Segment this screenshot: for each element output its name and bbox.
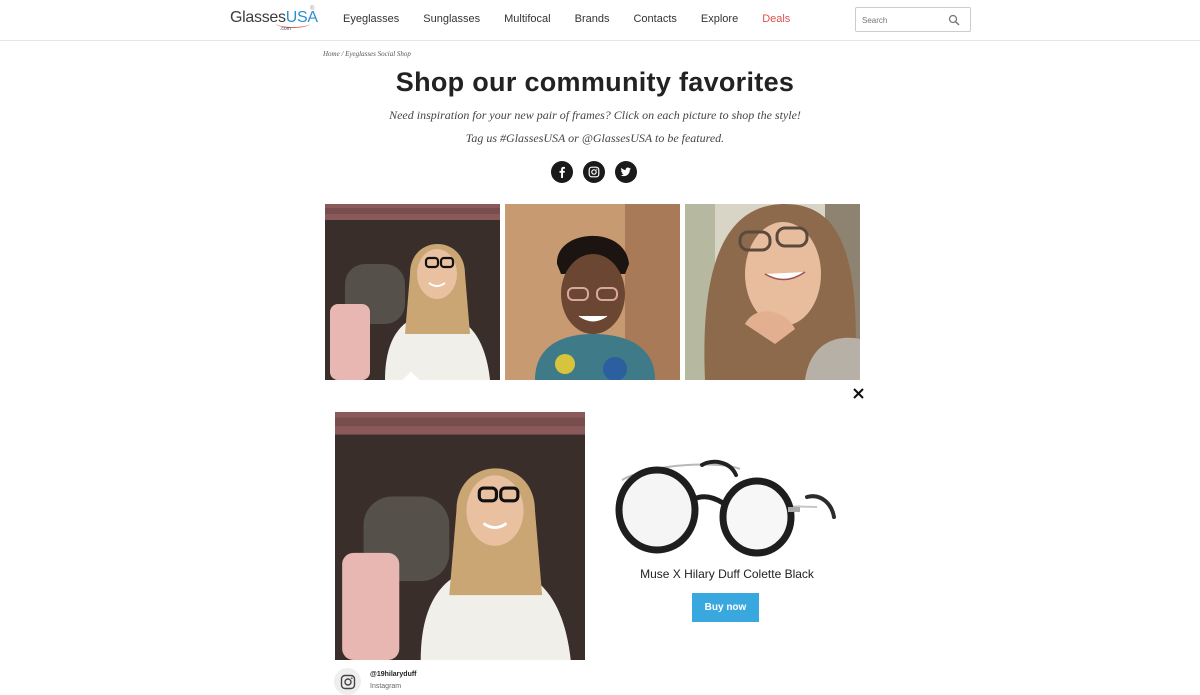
nav-deals[interactable]: Deals [762, 13, 790, 25]
product-name[interactable]: Muse X Hilary Duff Colette Black [596, 567, 858, 581]
buy-now-button[interactable]: Buy now [692, 593, 759, 622]
post-handle[interactable]: @19hilaryduff [370, 671, 417, 678]
nav-brands[interactable]: Brands [575, 13, 610, 25]
nav-multifocal[interactable]: Multifocal [504, 13, 550, 25]
logo-suffix: .com [280, 26, 291, 32]
search-icon[interactable] [948, 14, 960, 26]
breadcrumb: Home / Eyeglasses Social Shop [323, 50, 411, 58]
instagram-badge-icon [334, 668, 361, 695]
twitter-icon[interactable] [615, 161, 637, 183]
post-source: Instagram [370, 683, 402, 690]
search-input[interactable] [862, 13, 942, 27]
glassesusa-logo[interactable]: GlassesUSA ® .com [230, 6, 318, 33]
hero-subtitle: Need inspiration for your new pair of fr… [389, 108, 801, 122]
breadcrumb-separator: / [341, 50, 344, 58]
logo-trademark: ® [310, 6, 315, 12]
site-header: GlassesUSA ® .com Eyeglasses Sunglasses … [0, 0, 1200, 41]
community-gallery [325, 204, 860, 380]
social-links [551, 161, 637, 183]
facebook-icon[interactable] [551, 161, 573, 183]
breadcrumb-current: Eyeglasses Social Shop [345, 50, 411, 58]
nav-contacts[interactable]: Contacts [633, 13, 676, 25]
close-icon[interactable] [851, 386, 866, 401]
instagram-icon[interactable] [583, 161, 605, 183]
main-nav: Eyeglasses Sunglasses Multifocal Brands … [343, 13, 814, 25]
community-photo-2[interactable] [505, 204, 680, 380]
community-photo-3[interactable] [685, 204, 860, 380]
nav-eyeglasses[interactable]: Eyeglasses [343, 13, 399, 25]
breadcrumb-home[interactable]: Home [323, 50, 340, 58]
page-title: Shop our community favorites [395, 67, 795, 97]
hero-tag-instructions: Tag us #GlassesUSA or @GlassesUSA to be … [465, 131, 725, 145]
search-box [855, 7, 971, 32]
selected-community-photo [335, 412, 585, 660]
product-glasses-image[interactable] [612, 455, 842, 560]
nav-explore[interactable]: Explore [701, 13, 738, 25]
nav-sunglasses[interactable]: Sunglasses [423, 13, 480, 25]
community-photo-1[interactable] [325, 204, 500, 380]
